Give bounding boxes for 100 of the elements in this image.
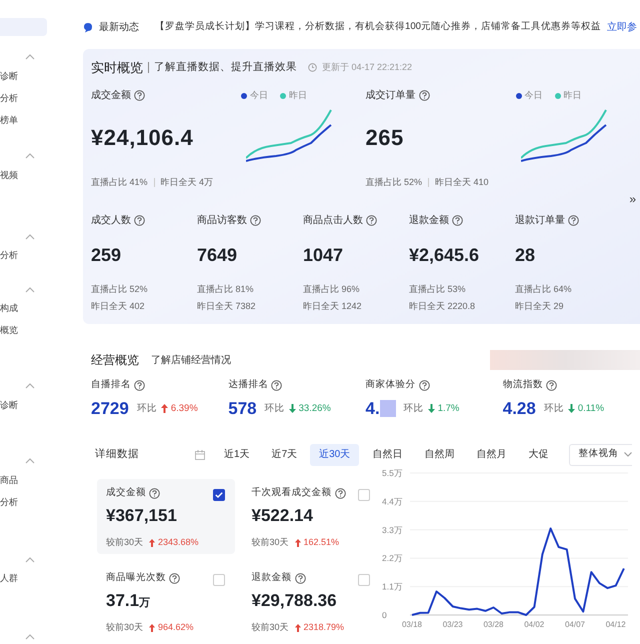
up-arrow-icon (294, 624, 301, 632)
caret-icon[interactable] (25, 634, 35, 640)
metric-value: ¥24,106.4 (91, 124, 194, 152)
live-share-text: 直播占比 53% (409, 283, 466, 296)
axis-tick-label: 4.4万 (382, 496, 403, 506)
live-share-text: 直播占比 41% (91, 176, 148, 188)
help-icon (250, 214, 261, 226)
change-value: 1.7% (438, 402, 460, 416)
metric-value: ¥2,645.6 (409, 244, 480, 267)
sidebar-item[interactable]: 诊断 (0, 394, 18, 416)
period-tab[interactable]: 自然月 (467, 444, 516, 466)
metric-label: 商品访客数 (197, 214, 247, 228)
sidebar-item[interactable]: 概览 (0, 319, 18, 342)
metric-label: 达播排名 (228, 378, 268, 392)
metric-label: 自播排名 (91, 378, 131, 392)
sidebar-item[interactable]: 构成 (0, 297, 18, 320)
axis-tick-label: 03/23 (442, 620, 463, 628)
yesterday-text: 昨日全天 410 (435, 176, 489, 188)
caret-icon[interactable] (25, 54, 35, 60)
sidebar-item[interactable]: 商品 (0, 468, 18, 490)
help-icon (452, 214, 463, 226)
speech-bubble-icon (83, 22, 93, 32)
caret-icon[interactable] (25, 153, 35, 160)
notice-link[interactable]: 立即参 (607, 20, 638, 34)
unit-label: 万 (139, 596, 150, 610)
help-icon (169, 572, 180, 584)
change-value: 6.39% (170, 402, 198, 416)
metric-label: 商品点击人数 (303, 214, 363, 228)
metric-value: ¥29,788.36 (252, 590, 337, 612)
metric-value: ¥367,151 (106, 504, 177, 526)
metric-value: 2729 (91, 398, 129, 420)
section-title: 详细数据 (95, 446, 140, 462)
period-tab[interactable]: 自然日 (363, 444, 412, 466)
axis-tick-label: 03/18 (402, 620, 422, 628)
checkbox[interactable] (212, 574, 224, 586)
axis-tick-label: 03/28 (483, 620, 504, 628)
sidebar-item[interactable]: 人群 (0, 567, 18, 590)
notice-label: 最新动态 (99, 20, 139, 34)
period-tab[interactable]: 近30天 (310, 444, 360, 466)
metric-value: 7649 (197, 244, 238, 267)
period-tab[interactable]: 近1天 (215, 444, 259, 466)
expand-icon[interactable]: » (629, 190, 636, 208)
caret-icon[interactable] (25, 383, 35, 390)
sidebar-item[interactable]: 分析 (0, 490, 18, 512)
compare-label: 较前30天 (106, 536, 144, 549)
sidebar-item[interactable]: 榜单 (0, 108, 18, 131)
period-tab[interactable]: 自然周 (415, 444, 464, 466)
metric-value: 4.28 (502, 398, 536, 420)
caret-icon[interactable] (25, 286, 35, 293)
metric-value: 1047 (303, 244, 344, 267)
axis-tick-label: 3.3万 (382, 524, 403, 534)
view-select[interactable]: 整体视角 (569, 444, 632, 466)
help-icon (134, 214, 145, 226)
axis-tick-label: 04/07 (564, 620, 586, 628)
change-value: 33.26% (298, 402, 331, 416)
compare-label: 环比 (404, 402, 424, 416)
metric-label: 成交订单量 (366, 88, 416, 103)
metric-label: 退款金额 (409, 214, 449, 228)
metric-label: 物流指数 (502, 378, 543, 392)
change-value: 2318.79% (304, 621, 344, 634)
compare-label: 环比 (544, 402, 564, 416)
notice-text: 【罗盘学员成长计划】学习课程，分析数据，有机会获得100元随心推券，店铺常备工具优惠券等权益 (155, 20, 602, 34)
metric-value: 265 (366, 124, 405, 152)
yesterday-text: 昨日全天 29 (515, 300, 564, 312)
yesterday-text: 昨日全天 402 (91, 300, 145, 312)
help-icon (271, 380, 282, 390)
metric-label: 成交人数 (91, 214, 131, 228)
live-share-text: 直播占比 81% (197, 283, 254, 296)
compare-label: 环比 (264, 402, 285, 416)
axis-tick-label: 04/02 (524, 620, 544, 628)
yesterday-text: 昨日全天 4万 (160, 176, 214, 188)
caret-icon[interactable] (25, 556, 35, 563)
sidebar-item[interactable]: 视频 (0, 164, 18, 186)
axis-tick-label: 0 (382, 610, 387, 620)
section-title: 实时概览 (91, 59, 143, 77)
legend-label: 昨日 (289, 88, 307, 102)
checkbox[interactable] (358, 488, 370, 500)
sidebar-item[interactable]: 分析 (0, 86, 18, 109)
yesterday-text: 昨日全天 2220.8 (409, 300, 476, 312)
checkbox[interactable] (358, 574, 370, 586)
caret-icon[interactable] (25, 458, 35, 464)
metric-value: 259 (91, 244, 122, 267)
caret-icon (624, 452, 632, 457)
axis-tick-label: 04/12 (606, 620, 626, 628)
period-tab[interactable]: 近7天 (262, 444, 306, 466)
axis-tick-label: 1.1万 (382, 581, 403, 592)
axis-tick-label: 5.5万 (382, 468, 403, 478)
metric-value: 28 (515, 244, 536, 267)
live-share-text: 直播占比 64% (515, 283, 572, 296)
sidebar-item[interactable]: 诊断 (0, 64, 18, 87)
help-icon (149, 488, 160, 498)
checkbox[interactable] (212, 488, 224, 500)
metric-label: 商品曝光次数 (106, 570, 166, 585)
period-tab[interactable]: 大促 (519, 444, 558, 466)
sidebar-item[interactable]: 分析 (0, 244, 18, 266)
metric-label: 成交金额 (91, 88, 131, 103)
section-subtitle: 了解直播数据、提升直播效果 (154, 60, 297, 75)
caret-icon[interactable] (25, 234, 35, 240)
help-icon (294, 572, 306, 584)
metric-card[interactable]: 成交金额 ¥367,151 较前30天 2343.68% (97, 478, 234, 554)
